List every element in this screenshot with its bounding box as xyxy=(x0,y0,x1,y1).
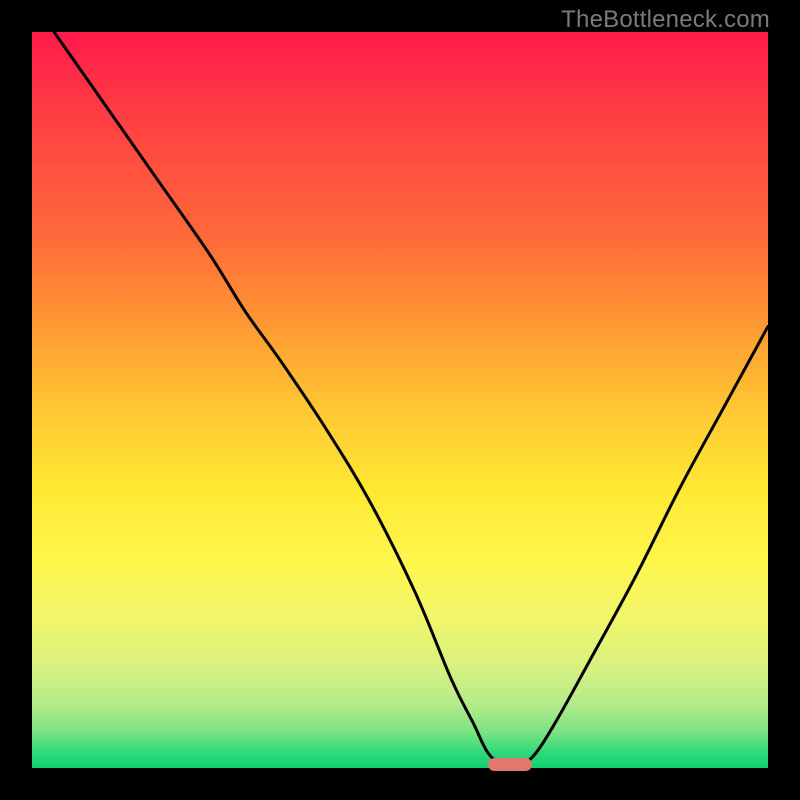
watermark-text: TheBottleneck.com xyxy=(561,6,770,34)
chart-frame: TheBottleneck.com xyxy=(0,0,800,800)
bottleneck-curve xyxy=(32,32,768,768)
optimal-range-marker xyxy=(488,758,532,771)
plot-area xyxy=(32,32,768,768)
